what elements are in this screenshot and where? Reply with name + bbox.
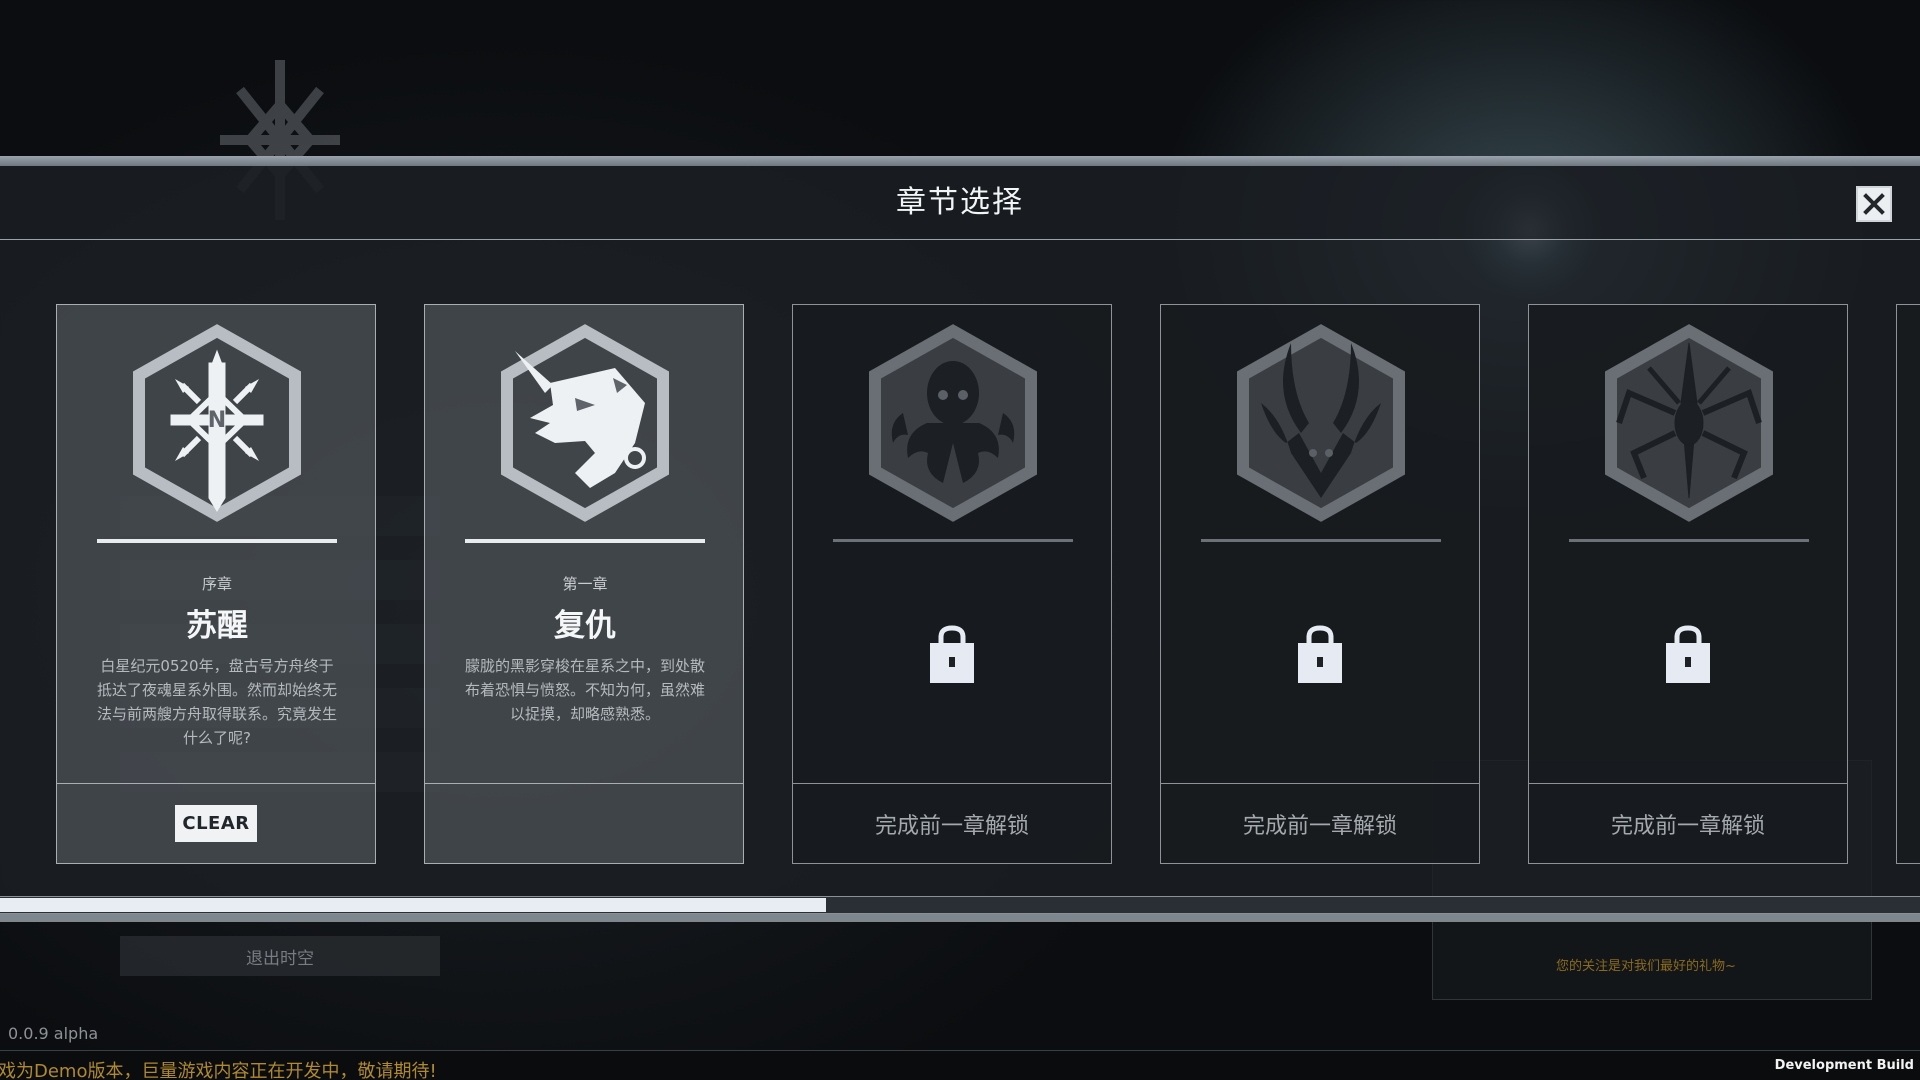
card-divider [1569, 539, 1809, 542]
close-icon [1863, 193, 1885, 215]
exit-button[interactable]: 退出时空 [120, 936, 440, 976]
kraken-emblem-icon [869, 324, 1037, 522]
chapter-select-dialog: 章节选择 N 序章 苏醒 白星纪元0520年，盘古号方舟终于抵达了夜魂星系外围。… [0, 166, 1920, 896]
lock-icon [930, 625, 974, 683]
chapter-name: 苏醒 [186, 608, 248, 644]
dialog-top-bar [0, 156, 1920, 166]
version-label: 0.0.9 alpha [8, 1024, 99, 1043]
chapter-card-locked-1[interactable]: 完成前一章解锁 [792, 304, 1112, 864]
chapter-label: 第一章 [562, 575, 608, 593]
chapter-card-partial[interactable] [1896, 304, 1920, 864]
card-footer: 完成前一章解锁 [793, 783, 1111, 863]
chapter-name: 复仇 [554, 608, 616, 644]
chapter-card-locked-2[interactable]: 完成前一章解锁 [1160, 304, 1480, 864]
unlock-hint: 完成前一章解锁 [1242, 813, 1397, 839]
chapter-card-locked-3[interactable]: 完成前一章解锁 [1528, 304, 1848, 864]
clear-badge: CLEAR [175, 805, 257, 842]
svg-text:N: N [208, 408, 226, 433]
card-footer: CLEAR [57, 783, 375, 863]
unlock-hint: 完成前一章解锁 [1610, 813, 1765, 839]
card-footer: 完成前一章解锁 [1161, 783, 1479, 863]
card-divider [97, 539, 337, 543]
dialog-title: 章节选择 [896, 185, 1024, 220]
lock-icon [1298, 625, 1342, 683]
sword-star-emblem-icon: N [133, 324, 301, 522]
card-divider [465, 539, 705, 543]
card-divider [1201, 539, 1441, 542]
lock-icon [1666, 625, 1710, 683]
card-divider [833, 539, 1073, 542]
dialog-bottom-bar [0, 914, 1920, 922]
notice-marquee: 戏为Demo版本，巨量游戏内容正在开发中，敬请期待! [0, 1061, 437, 1080]
scrollbar-thumb[interactable] [0, 898, 826, 912]
chapter-description: 白星纪元0520年，盘古号方舟终于抵达了夜魂星系外围。然而却始终无法与前两艘方舟… [96, 657, 337, 747]
card-footer [425, 783, 743, 863]
chapter-card-list: N 序章 苏醒 白星纪元0520年，盘古号方舟终于抵达了夜魂星系外围。然而却始终… [0, 304, 1920, 866]
card-footer: 完成前一章解锁 [1529, 783, 1847, 863]
info-panel-gold-text: 您的关注是对我们最好的礼物~ [1556, 959, 1736, 974]
chapter-label: 序章 [201, 575, 232, 593]
dragon-head-emblem-icon [501, 324, 669, 522]
horizontal-scrollbar[interactable] [0, 896, 1920, 914]
dev-build-label: Development Build [1774, 1058, 1914, 1073]
chapter-card-prologue[interactable]: N 序章 苏醒 白星纪元0520年，盘古号方舟终于抵达了夜魂星系外围。然而却始终… [56, 304, 376, 864]
chapter-card-chapter-1[interactable]: 第一章 复仇 朦胧的黑影穿梭在星系之中，到处散布着恐惧与愤怒。不知为何，虽然难以… [424, 304, 744, 864]
spider-emblem-icon [1605, 324, 1773, 522]
chapter-description: 朦胧的黑影穿梭在星系之中，到处散布着恐惧与愤怒。不知为何，虽然难以捉摸，却略感熟… [464, 657, 705, 723]
close-button[interactable] [1856, 186, 1892, 222]
unlock-hint: 完成前一章解锁 [874, 813, 1029, 839]
horned-beast-emblem-icon [1237, 324, 1405, 522]
